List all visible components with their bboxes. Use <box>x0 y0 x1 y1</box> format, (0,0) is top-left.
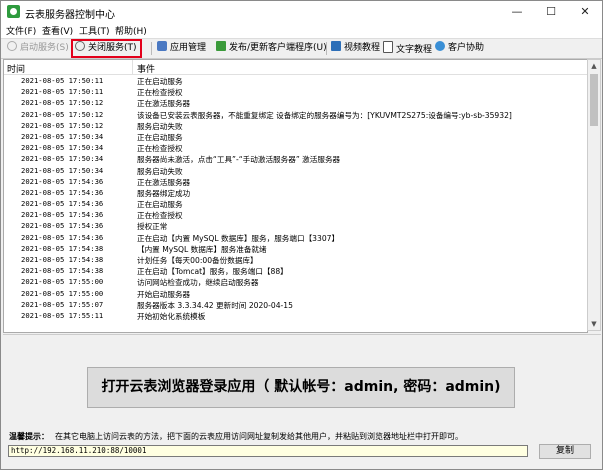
row-event: 开始初始化系统模板 <box>137 311 206 321</box>
table-row[interactable]: 2021-08-05 17:50:34 服务器尚未激活，点击“工具”-“手动激活服… <box>4 153 587 164</box>
title-bar: 云表服务器控制中心 — ☐ ✕ <box>1 1 602 23</box>
text-tutorial-label: 文字教程 <box>396 45 433 55</box>
panel-splitter[interactable] <box>3 334 601 339</box>
tip-label: 温馨提示： <box>9 432 49 441</box>
scroll-down-arrow-icon[interactable]: ▼ <box>588 318 600 330</box>
table-row[interactable]: 2021-08-05 17:55:07 服务器版本 3.3.34.42 更新时间 … <box>4 299 587 310</box>
row-time: 2021-08-05 17:50:34 <box>21 131 104 141</box>
row-time: 2021-08-05 17:50:34 <box>21 165 104 175</box>
table-row[interactable]: 2021-08-05 17:54:36 正在激活服务器 <box>4 176 587 187</box>
main-window: 云表服务器控制中心 — ☐ ✕ 文件(F) 查看(V) 工具(T) 帮助(H) … <box>0 0 603 470</box>
app-manage-button[interactable]: 应用管理 <box>157 41 206 56</box>
table-row[interactable]: 2021-08-05 17:54:36 服务器绑定成功 <box>4 187 587 198</box>
menu-bar: 文件(F) 查看(V) 工具(T) 帮助(H) <box>1 23 602 38</box>
row-time: 2021-08-05 17:50:12 <box>21 120 104 130</box>
row-time: 2021-08-05 17:50:34 <box>21 154 104 164</box>
table-row[interactable]: 2021-08-05 17:50:11 正在启动服务 <box>4 75 587 86</box>
table-row[interactable]: 2021-08-05 17:50:12 该设备已安装云表服务器，不能重复绑定 设备… <box>4 109 587 120</box>
document-icon <box>383 41 393 53</box>
row-time: 2021-08-05 17:54:38 <box>21 266 104 276</box>
apps-icon <box>157 41 167 51</box>
row-time: 2021-08-05 17:55:00 <box>21 277 104 287</box>
scroll-thumb[interactable] <box>590 74 598 126</box>
row-time: 2021-08-05 17:54:36 <box>21 187 104 197</box>
tip-line: 温馨提示： 在其它电脑上访问云表的方法，把下面的云表应用访问网址复制发给其他用户，… <box>9 431 463 442</box>
menu-file[interactable]: 文件(F) <box>6 24 36 37</box>
toolbar-separator <box>151 42 152 55</box>
publish-client-button[interactable]: 发布/更新客户端程序(U) <box>216 41 327 56</box>
play-icon <box>7 41 17 51</box>
close-button[interactable]: ✕ <box>568 1 602 23</box>
log-rows: 2021-08-05 17:50:11 正在启动服务 2021-08-05 17:5… <box>4 75 587 321</box>
video-icon <box>331 41 341 51</box>
table-row[interactable]: 2021-08-05 17:54:36 正在启动【内置 MySQL 数据库】服务，… <box>4 232 587 243</box>
scroll-up-arrow-icon[interactable]: ▲ <box>588 60 600 72</box>
log-scrollbar[interactable]: ▲ ▼ <box>587 59 601 331</box>
row-time: 2021-08-05 17:54:36 <box>21 232 104 242</box>
window-title: 云表服务器控制中心 <box>25 10 115 21</box>
row-time: 2021-08-05 17:55:07 <box>21 299 104 309</box>
row-time: 2021-08-05 17:54:36 <box>21 210 104 220</box>
publish-client-label: 发布/更新客户端程序(U) <box>229 43 327 53</box>
table-row[interactable]: 2021-08-05 17:54:36 正在检查授权 <box>4 209 587 220</box>
app-logo-icon <box>7 5 20 18</box>
row-time: 2021-08-05 17:54:36 <box>21 199 104 209</box>
start-service-button[interactable]: 启动服务(S) <box>7 41 69 56</box>
table-row[interactable]: 2021-08-05 17:50:12 服务启动失败 <box>4 120 587 131</box>
column-header-time[interactable]: 时间 <box>7 62 25 75</box>
toolbar-separator <box>326 42 327 55</box>
toolbar: 启动服务(S) 关闭服务(T) 应用管理 发布/更新客户端程序(U) 视频教程 … <box>1 38 602 59</box>
menu-tools[interactable]: 工具(T) <box>79 24 110 37</box>
stop-service-label: 关闭服务(T) <box>88 43 137 53</box>
row-time: 2021-08-05 17:50:34 <box>21 143 104 153</box>
tip-text: 在其它电脑上访问云表的方法，把下面的云表应用访问网址复制发给其他用户，并粘贴到浏… <box>55 432 463 441</box>
app-manage-label: 应用管理 <box>170 43 207 53</box>
row-time: 2021-08-05 17:55:00 <box>21 288 104 298</box>
text-tutorial-button[interactable]: 文字教程 <box>383 41 432 56</box>
menu-help[interactable]: 帮助(H) <box>115 24 147 37</box>
row-time: 2021-08-05 17:50:12 <box>21 98 104 108</box>
maximize-button[interactable]: ☐ <box>534 1 568 23</box>
table-row[interactable]: 2021-08-05 17:50:11 正在检查授权 <box>4 86 587 97</box>
table-row[interactable]: 2021-08-05 17:54:36 授权正常 <box>4 220 587 231</box>
start-service-label: 启动服务(S) <box>20 43 69 53</box>
row-time: 2021-08-05 17:50:12 <box>21 109 104 119</box>
customer-help-button[interactable]: 客户协助 <box>435 41 484 56</box>
row-time: 2021-08-05 17:50:11 <box>21 87 104 97</box>
stop-icon <box>75 41 85 51</box>
row-time: 2021-08-05 17:55:11 <box>21 310 104 320</box>
copy-button[interactable]: 复制 <box>539 444 591 459</box>
table-row[interactable]: 2021-08-05 17:55:00 访问网站检查成功，继续启动服务器 <box>4 276 587 287</box>
row-time: 2021-08-05 17:50:11 <box>21 76 104 85</box>
table-row[interactable]: 2021-08-05 17:50:34 正在启动服务 <box>4 131 587 142</box>
table-row[interactable]: 2021-08-05 17:55:11 开始初始化系统模板 <box>4 310 587 321</box>
row-time: 2021-08-05 17:54:36 <box>21 221 104 231</box>
column-divider[interactable] <box>132 60 133 74</box>
row-time: 2021-08-05 17:54:36 <box>21 176 104 186</box>
column-header-event[interactable]: 事件 <box>137 62 155 75</box>
row-time: 2021-08-05 17:54:38 <box>21 243 104 253</box>
url-field[interactable]: http://192.168.11.210:88/10001 <box>8 445 528 457</box>
publish-icon <box>216 41 226 51</box>
menu-view[interactable]: 查看(V) <box>42 24 73 37</box>
table-row[interactable]: 2021-08-05 17:54:38 【内置 MySQL 数据库】服务准备就绪 <box>4 243 587 254</box>
help-icon <box>435 41 445 51</box>
stop-service-button[interactable]: 关闭服务(T) <box>71 39 142 58</box>
table-row[interactable]: 2021-08-05 17:54:38 计划任务【每天00:00备份数据库】 <box>4 254 587 265</box>
open-app-button[interactable]: 打开云表浏览器登录应用（ 默认帐号：admin, 密码：admin) <box>87 367 515 408</box>
log-table: 时间 事件 2021-08-05 17:50:11 正在启动服务 2021-08-0… <box>3 59 588 333</box>
minimize-button[interactable]: — <box>500 1 534 23</box>
table-row[interactable]: 2021-08-05 17:50:34 服务启动失败 <box>4 165 587 176</box>
table-row[interactable]: 2021-08-05 17:50:12 正在激活服务器 <box>4 97 587 108</box>
table-row[interactable]: 2021-08-05 17:50:34 正在检查授权 <box>4 142 587 153</box>
table-row[interactable]: 2021-08-05 17:54:36 正在启动服务 <box>4 198 587 209</box>
customer-help-label: 客户协助 <box>448 43 485 53</box>
log-table-header: 时间 事件 <box>4 60 587 75</box>
video-tutorial-label: 视频教程 <box>344 43 381 53</box>
table-row[interactable]: 2021-08-05 17:54:38 正在启动【Tomcat】服务，服务端口【8… <box>4 265 587 276</box>
table-row[interactable]: 2021-08-05 17:55:00 开始启动服务器 <box>4 288 587 299</box>
video-tutorial-button[interactable]: 视频教程 <box>331 41 380 56</box>
row-time: 2021-08-05 17:54:38 <box>21 255 104 264</box>
